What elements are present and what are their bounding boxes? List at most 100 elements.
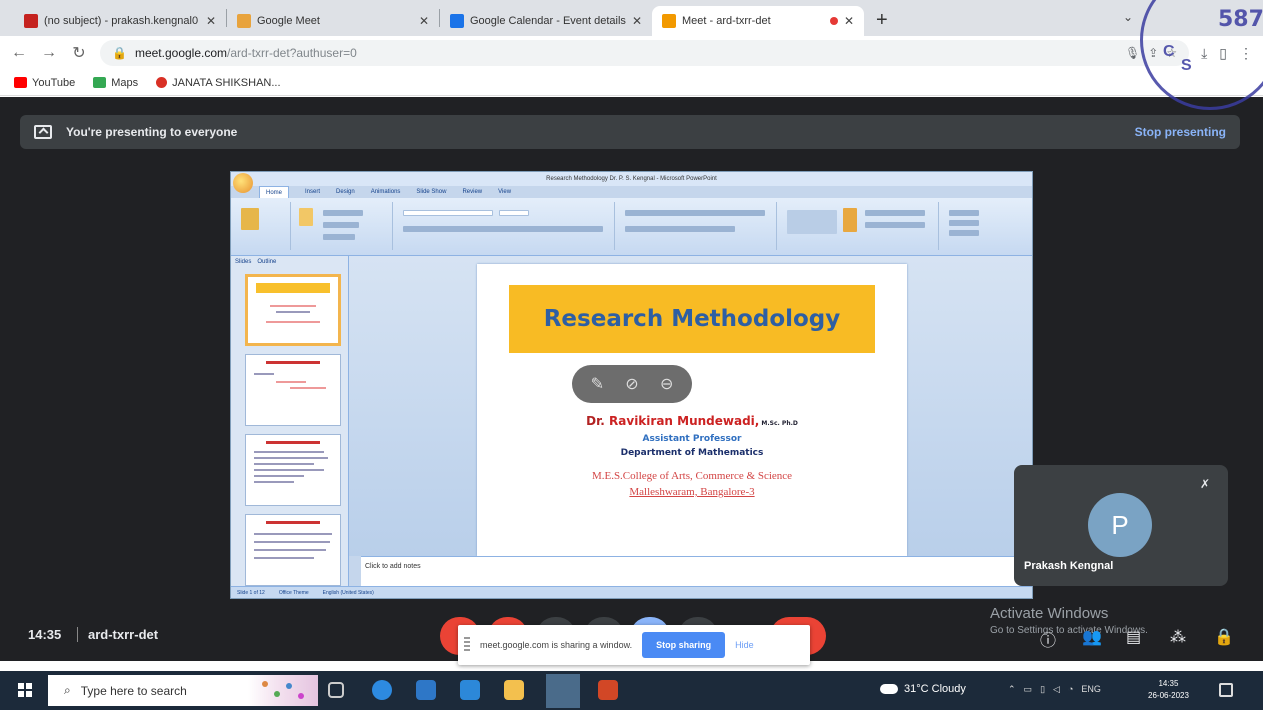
present-screen-icon [34,125,52,139]
close-icon[interactable]: ✕ [206,14,216,28]
search-highlight-icon [248,675,318,706]
stop-presenting-button[interactable]: Stop presenting [1135,125,1226,139]
taskbar-search-box[interactable]: ⌕ Type here to search [48,675,318,706]
volume-icon[interactable]: ◁ [1053,684,1060,695]
microphone-icon[interactable]: 🎙 [1125,46,1140,60]
battery-icon[interactable]: ▯ [1040,684,1045,695]
pin-icon[interactable]: ✎ [591,374,604,394]
windows-start-icon[interactable] [18,683,32,697]
tab-meet-active[interactable]: Meet - ard-txrr-det ✕ [652,6,864,36]
college-line-2: Malleshwaram, Bangalore-3 [629,486,755,498]
meeting-code: ard-txrr-det [88,627,159,642]
chat-icon[interactable]: ▤ [1126,627,1141,647]
ppt-tab: Slide Show [416,189,447,195]
forward-icon[interactable]: → [40,44,58,62]
meet-stage: You're presenting to everyone Stop prese… [0,97,1263,661]
status-theme: Office Theme [278,590,309,596]
ribbon-group-font [395,202,615,250]
ppt-slides-pane: Slides Outline [231,256,349,588]
bookmark-maps[interactable]: Maps [93,77,138,89]
bookmarks-bar: YouTube Maps JANATA SHIKSHAN... [0,70,1263,96]
clock-time: 14:35 [1158,679,1179,688]
participant-tile[interactable]: ✗ P Prakash Kengnal [1014,465,1228,586]
bookmark-label: Maps [111,76,139,89]
shared-powerpoint-window: Research Methodology Dr. P. S. Kengnal -… [230,171,1033,599]
close-icon[interactable]: ✕ [419,14,429,28]
lock-icon[interactable]: 🔒 [112,46,127,60]
activities-icon[interactable]: ⁂ [1170,627,1186,647]
task-view-icon[interactable] [328,682,344,698]
ribbon-group-drawing [779,202,939,250]
hide-link[interactable]: Hide [735,640,754,650]
author-prefix: Dr. [586,414,610,428]
store-icon[interactable] [416,680,436,700]
recording-dot-icon [829,17,838,25]
office-button-icon [233,173,253,193]
activate-windows-title: Activate Windows [990,605,1109,622]
gmail-icon [24,14,38,28]
people-icon[interactable]: 👥 [1082,627,1102,647]
powerpoint-icon[interactable] [598,680,618,700]
mail-icon[interactable] [460,680,480,700]
ppt-tab: View [498,189,512,195]
janata-icon [156,77,168,88]
search-icon: ⌕ [64,683,71,697]
ppt-tab: Insert [305,189,321,195]
chevron-up-icon[interactable]: ⌃ [1008,684,1016,695]
minus-circle-icon[interactable]: ⊖ [660,374,673,394]
ribbon-group-slides [293,202,393,250]
window-sharing-bar: meet.google.com is sharing a window. Sto… [458,625,810,665]
chrome-icon[interactable] [546,674,580,708]
back-icon[interactable]: ← [10,44,28,62]
tab-search-chevron-icon[interactable]: ⌄ [1123,10,1133,24]
unpin-icon[interactable]: ⊘ [625,374,638,394]
ppt-tab: Home [259,186,290,198]
tab-google-calendar[interactable]: Google Calendar - Event details ✕ [440,6,652,36]
windows-taskbar: ⌕ Type here to search 31°C Cloudy ⌃ ▭ ▯ … [0,671,1263,710]
participant-name: Prakash Kengnal [1024,560,1114,572]
ribbon-group-paragraph [617,202,777,250]
notification-icon[interactable] [1219,683,1233,697]
calendar-icon [450,14,464,28]
reload-icon[interactable]: ↻ [70,43,88,63]
drag-handle-icon[interactable] [464,637,470,653]
stop-sharing-button[interactable]: Stop sharing [642,632,726,658]
network-icon[interactable]: ▭ [1024,684,1033,695]
slideshow-controls[interactable]: ✎ ⊘ ⊖ [572,365,692,403]
stamp-number: 587 [1218,7,1263,32]
taskbar-clock[interactable]: 14:35 26-06-2023 [1148,678,1189,702]
slide-thumbnail [245,354,341,426]
tab-google-meet[interactable]: Google Meet ✕ [227,6,439,36]
maps-icon [93,77,107,88]
ppt-ribbon-tabs: Home Insert Design Animations Slide Show… [259,186,511,198]
weather-widget[interactable]: 31°C Cloudy [880,683,966,695]
ppt-status-bar: Slide 1 of 12 Office Theme English (Unit… [231,586,1032,598]
search-placeholder: Type here to search [80,683,187,698]
presenting-banner: You're presenting to everyone Stop prese… [20,115,1240,149]
youtube-icon [14,77,27,88]
tab-title: Meet - ard-txrr-det [682,15,771,27]
host-controls-icon[interactable]: 🔒 [1214,627,1234,647]
author-line: Dr. Ravikiran Mundewadi, M.Sc. Ph.D [477,414,907,428]
activate-windows-subtitle: Go to Settings to activate Windows. [990,625,1148,636]
close-icon[interactable]: ✕ [632,14,642,28]
tab-title: Google Meet [257,15,320,27]
author-name: Ravikiran Mundewadi, [609,414,760,428]
weather-text: 31°C Cloudy [904,683,966,695]
url-path: /ard-txrr-det?authuser=0 [227,46,357,60]
tab-title: Google Calendar - Event details [470,15,626,27]
wifi-icon[interactable]: ◔ [1068,684,1073,695]
address-bar[interactable]: 🔒 meet.google.com/ard-txrr-det?authuser=… [100,40,1190,66]
bookmark-janata[interactable]: JANATA SHIKSHAN... [156,77,281,89]
meeting-time: 14:35 [28,627,62,642]
info-icon[interactable]: ⓘ [1040,627,1056,651]
file-explorer-icon[interactable] [504,680,524,700]
browser-tab-strip: (no subject) - prakash.kengnal0 ✕ Google… [0,0,1263,36]
bookmark-youtube[interactable]: YouTube [14,77,75,89]
language-indicator[interactable]: ENG [1081,684,1101,695]
ppt-tab: Design [336,189,355,195]
tab-gmail[interactable]: (no subject) - prakash.kengnal0 ✕ [14,6,226,36]
close-icon[interactable]: ✕ [844,14,854,28]
edge-icon[interactable] [372,680,392,700]
new-tab-icon[interactable]: + [864,9,900,36]
